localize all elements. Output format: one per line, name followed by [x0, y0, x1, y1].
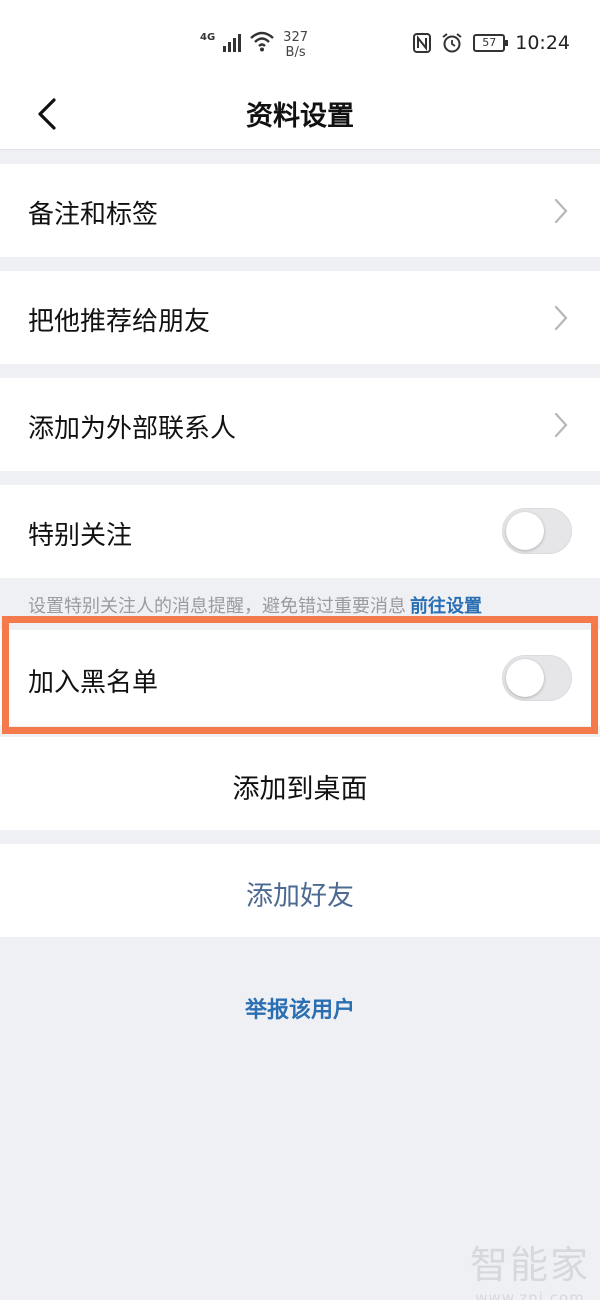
remark-tags-label: 备注和标签: [28, 200, 159, 230]
speed-value: 327: [283, 30, 308, 45]
watermark-url: www.znj.com: [475, 1289, 585, 1300]
add-desktop-row[interactable]: 添加到桌面: [0, 737, 600, 830]
remark-tags-row[interactable]: 备注和标签: [0, 164, 600, 257]
nav-bar: 资料设置: [0, 80, 600, 150]
chevron-right-icon: [554, 198, 568, 224]
wifi-icon: [250, 31, 274, 52]
special-follow-toggle[interactable]: [502, 508, 572, 554]
network-type-label: 4G: [200, 32, 216, 43]
highlight-box: [2, 616, 598, 734]
alarm-icon: [442, 33, 462, 53]
add-friend-button[interactable]: 添加好友: [0, 844, 600, 937]
hint-text: 设置特别关注人的消息提醒，避免错过重要消息: [28, 596, 406, 617]
goto-settings-link[interactable]: 前往设置: [410, 596, 482, 617]
special-follow-row: 特别关注: [0, 485, 600, 578]
report-user-link[interactable]: 举报该用户: [0, 992, 600, 1024]
clock: 10:24: [515, 32, 570, 54]
page-title: 资料设置: [246, 101, 354, 132]
network-speed: 327 B/s: [283, 30, 308, 60]
network-indicators: 4G 327 B/s: [200, 30, 308, 60]
external-contact-row[interactable]: 添加为外部联系人: [0, 378, 600, 471]
special-follow-label: 特别关注: [28, 521, 133, 551]
recommend-row[interactable]: 把他推荐给朋友: [0, 271, 600, 364]
signal-icon: [223, 30, 242, 52]
nfc-icon: [413, 33, 432, 53]
special-follow-hint: 设置特别关注人的消息提醒，避免错过重要消息 前往设置: [28, 592, 482, 618]
status-right: 57 10:24: [413, 32, 570, 54]
chevron-right-icon: [554, 412, 568, 438]
external-contact-label: 添加为外部联系人: [28, 414, 237, 444]
battery-level: 57: [482, 36, 497, 49]
status-bar: 4G 327 B/s 57 10:24: [0, 0, 600, 80]
recommend-label: 把他推荐给朋友: [28, 307, 211, 337]
screen: 4G 327 B/s 57 10:24 资料设置 备注和标签 把他推荐给朋友 添…: [0, 0, 600, 1300]
watermark: 智能家 www.znj.com: [470, 1234, 590, 1300]
watermark-logo: 智能家: [469, 1243, 590, 1287]
add-friend-label: 添加好友: [246, 881, 354, 912]
toggle-knob: [506, 512, 544, 550]
chevron-right-icon: [554, 305, 568, 331]
speed-unit: B/s: [285, 45, 306, 60]
add-desktop-label: 添加到桌面: [232, 774, 368, 805]
battery-icon: 57: [473, 34, 509, 52]
